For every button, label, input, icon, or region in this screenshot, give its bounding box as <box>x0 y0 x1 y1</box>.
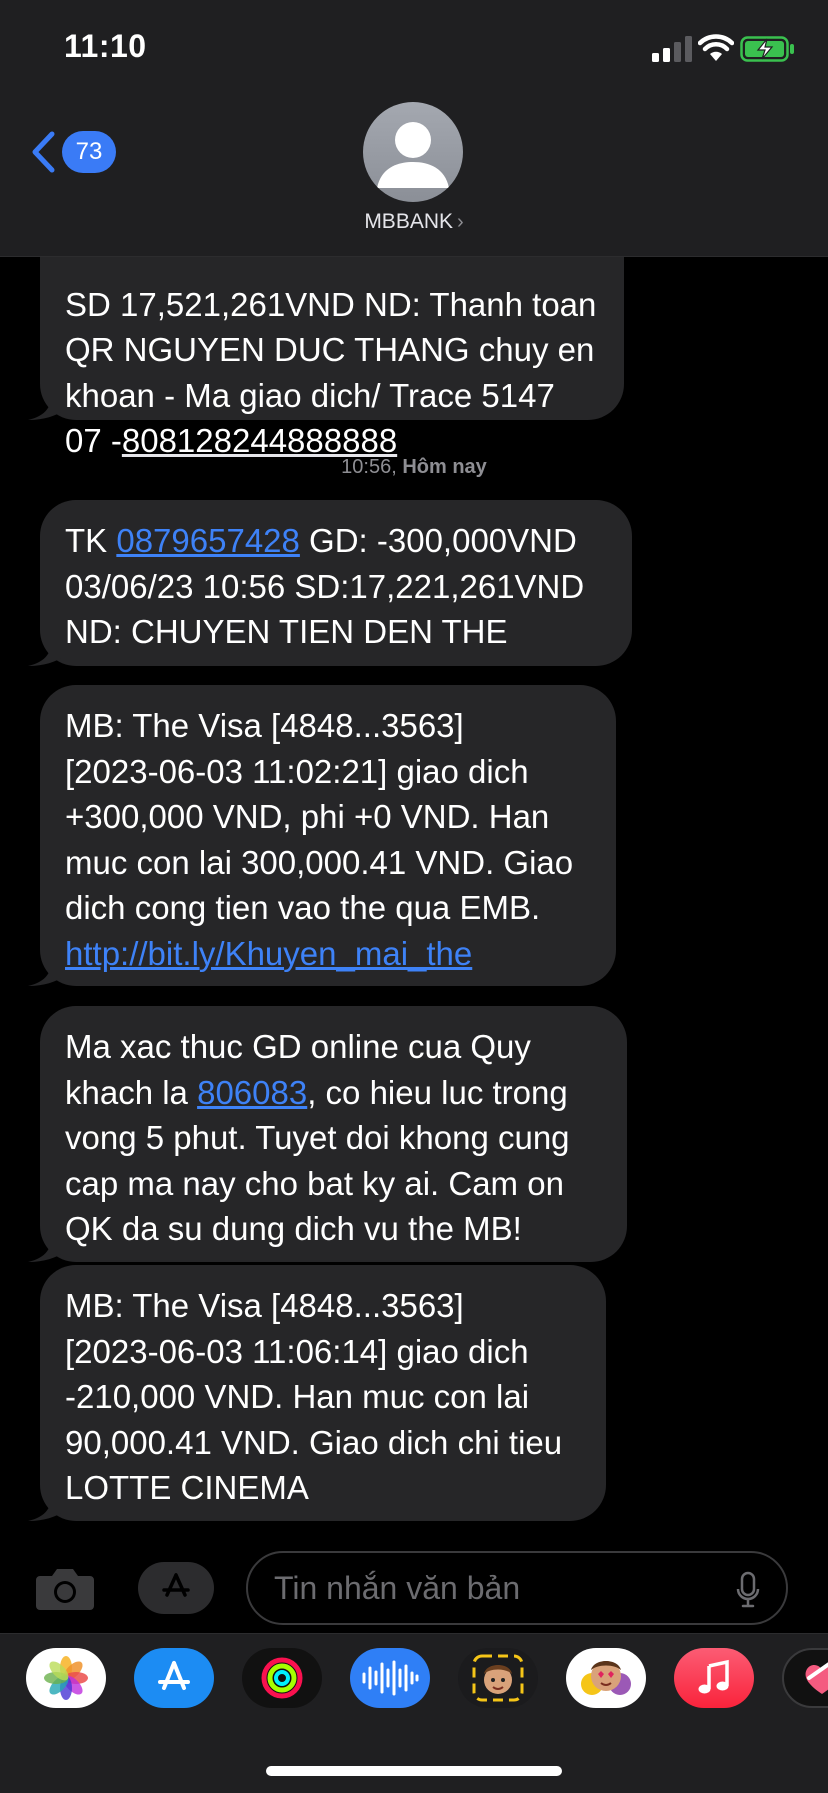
cellular-signal-icon <box>652 36 692 62</box>
memoji-icon[interactable] <box>458 1648 538 1708</box>
music-icon[interactable] <box>674 1648 754 1708</box>
app-store-icon[interactable] <box>134 1648 214 1708</box>
apps-button[interactable] <box>138 1562 214 1614</box>
message-bubble-1[interactable]: TK 0879657428 GD: -300,000VND 03/06/23 1… <box>28 500 632 666</box>
message-text: 07 - <box>65 422 122 459</box>
wifi-icon <box>698 34 734 61</box>
conversation-header: 11:10 73 MBBANK › <box>0 0 828 257</box>
back-button[interactable]: 73 <box>30 128 116 176</box>
message-bubble-4[interactable]: MB: The Visa [4848...3563] [2023-06-03 1… <box>28 1265 606 1521</box>
bubble-tail <box>28 1234 64 1262</box>
status-time: 11:10 <box>64 28 147 64</box>
chevron-left-icon <box>32 131 55 173</box>
message-text: MB: The Visa [4848...3563] [2023-06-03 1… <box>65 1287 563 1506</box>
animoji-icon[interactable] <box>566 1648 646 1708</box>
bubble-tail <box>28 638 64 666</box>
message-bubble-2[interactable]: MB: The Visa [4848...3563] [2023-06-03 1… <box>28 685 616 986</box>
account-number-link[interactable]: 0879657428 <box>116 522 300 559</box>
bubble-tail <box>28 958 64 986</box>
home-indicator[interactable] <box>266 1766 562 1776</box>
message-text: SD 17,521,261VND ND: Thanh toan <box>65 285 597 323</box>
bubble-tail <box>28 392 64 420</box>
chevron-right-icon: › <box>457 211 464 233</box>
message-input[interactable] <box>272 1568 696 1608</box>
audio-messages-icon[interactable] <box>350 1648 430 1708</box>
phone-number-detected[interactable]: 808128244888888 <box>122 422 397 459</box>
unread-count-badge: 73 <box>62 131 116 173</box>
message-text: QR NGUYEN DUC THANG chuy en <box>65 331 595 368</box>
message-bubble-3[interactable]: Ma xac thuc GD online cua Quy khach la 8… <box>28 1006 627 1262</box>
contact-avatar[interactable] <box>363 102 463 202</box>
person-icon <box>377 122 449 188</box>
otp-code-link[interactable]: 806083 <box>197 1074 307 1111</box>
message-input-field[interactable] <box>246 1551 788 1625</box>
message-timestamp: 10:56, Hôm nay <box>341 456 487 478</box>
message-text: TK <box>65 522 117 559</box>
bubble-tail <box>28 1493 64 1521</box>
message-text: MB: The Visa [4848...3563] [2023-06-03 1… <box>65 707 574 926</box>
message-text: khoan - Ma giao dich/ Trace 5147 <box>65 376 555 414</box>
photos-icon[interactable] <box>26 1648 106 1708</box>
microphone-icon[interactable] <box>736 1571 760 1609</box>
contact-name[interactable]: MBBANK › <box>0 210 828 234</box>
camera-icon[interactable] <box>34 1564 96 1612</box>
battery-charging-icon <box>740 36 794 62</box>
activity-icon[interactable] <box>242 1648 322 1708</box>
app-store-icon <box>162 1573 190 1597</box>
promo-link[interactable]: http://bit.ly/Khuyen_mai_the <box>65 935 472 972</box>
